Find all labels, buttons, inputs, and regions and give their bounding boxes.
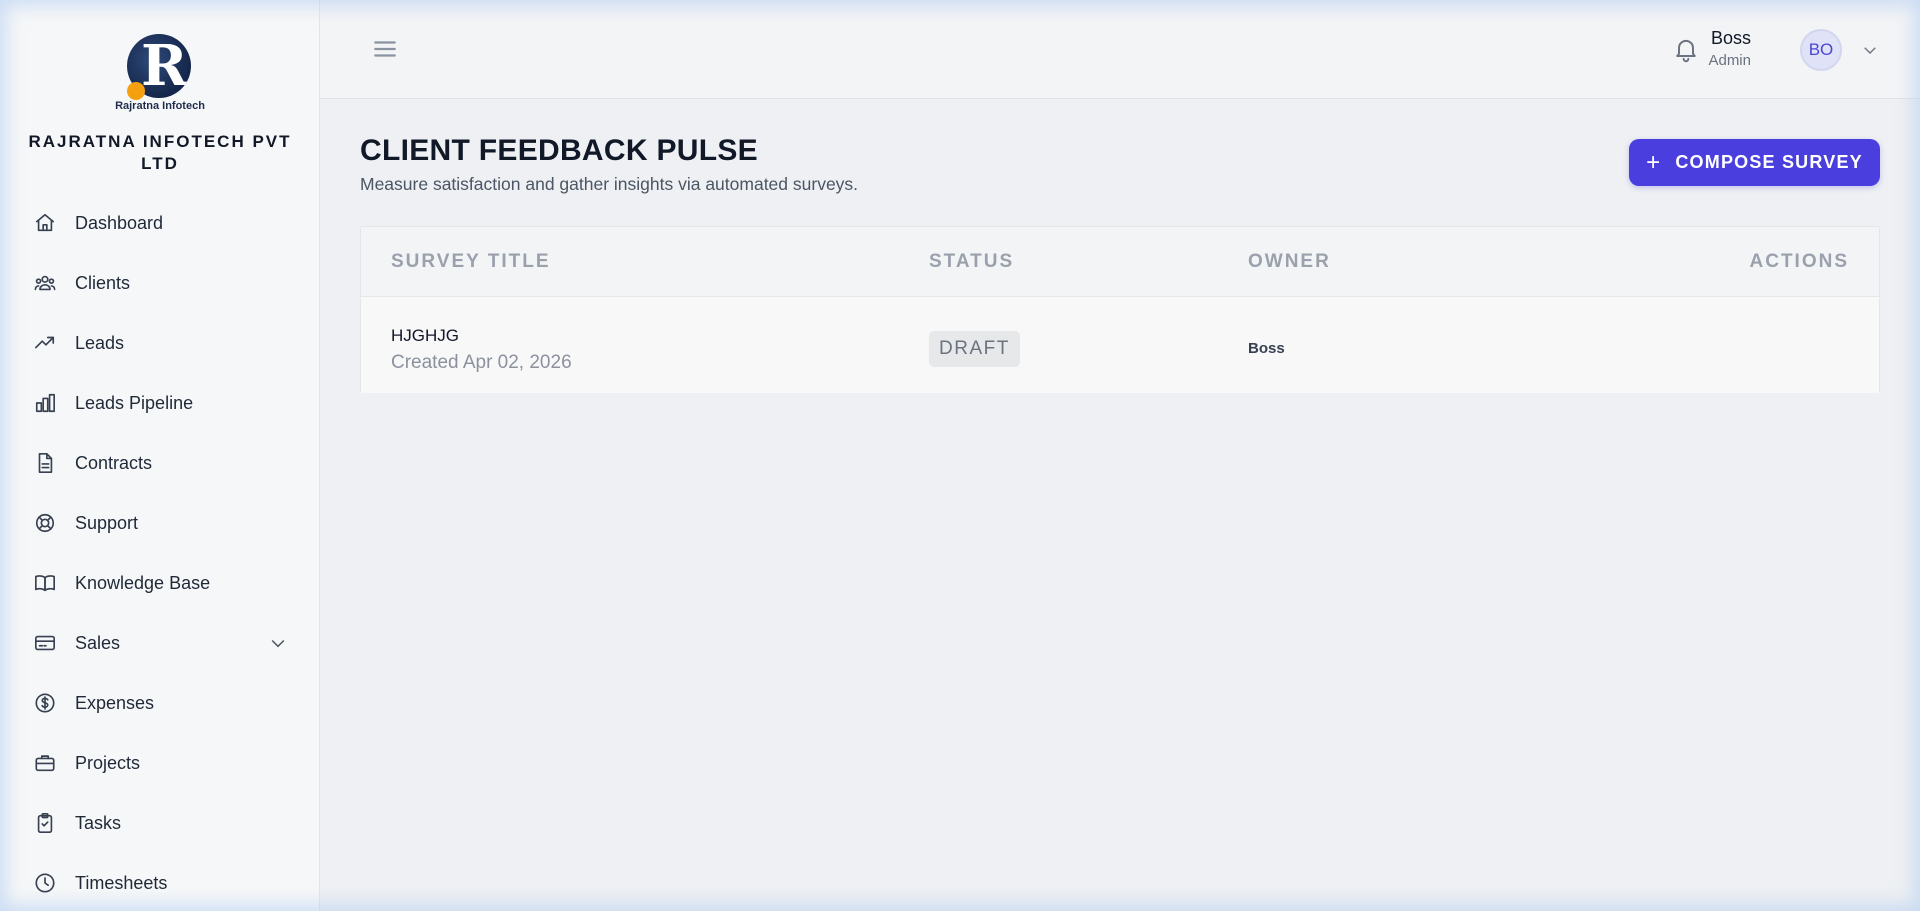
sidebar-nav: Dashboard Clients Leads Leads Pipeline C… [0,193,320,911]
logo-accent-dot [127,82,145,100]
sidebar-item-projects[interactable]: Projects [0,733,320,793]
sidebar-item-label: Leads Pipeline [75,392,194,413]
user-role: Admin [1708,52,1751,69]
credit-card-icon [33,631,57,655]
column-header-owner: OWNER [1248,251,1331,272]
survey-owner: Boss [1248,340,1285,357]
compose-survey-button[interactable]: + COMPOSE SURVEY [1629,139,1880,186]
users-icon [33,271,57,295]
sidebar-item-label: Leads [75,332,125,353]
user-name: Boss [1710,28,1751,48]
column-header-actions: ACTIONS [1749,251,1849,272]
sidebar-item-tasks[interactable]: Tasks [0,793,320,853]
dollar-circle-icon [33,691,57,715]
page-title: CLIENT FEEDBACK PULSE [360,134,758,167]
sidebar-item-contracts[interactable]: Contracts [0,433,320,493]
menu-icon[interactable] [372,36,398,62]
sidebar-item-leads[interactable]: Leads [0,313,320,373]
clipboard-check-icon [33,811,57,835]
sidebar-item-label: Dashboard [75,212,164,233]
sidebar-item-label: Projects [75,752,141,773]
sidebar-item-label: Support [75,512,139,533]
sidebar-item-clients[interactable]: Clients [0,253,320,313]
sidebar-item-label: Knowledge Base [75,572,211,593]
sidebar-item-label: Sales [75,632,121,653]
trending-up-icon [33,331,57,355]
bell-icon[interactable] [1672,35,1700,63]
lifebuoy-icon [33,511,57,535]
survey-created-date: Created Apr 02, 2026 [391,352,572,373]
sidebar-item-support[interactable]: Support [0,493,320,553]
logo-caption: Rajratna Infotech [115,100,205,112]
sidebar: R Rajratna Infotech RAJRATNA INFOTECH PV… [0,0,320,911]
sidebar-item-sales[interactable]: Sales [0,613,320,673]
sidebar-item-dashboard[interactable]: Dashboard [0,193,320,253]
sidebar-item-label: Tasks [75,812,122,833]
status-badge: DRAFT [929,331,1020,367]
survey-title[interactable]: HJGHJG [391,326,459,346]
sidebar-item-label: Contracts [75,452,153,473]
sidebar-item-leads-pipeline[interactable]: Leads Pipeline [0,373,320,433]
table-row[interactable]: HJGHJG Created Apr 02, 2026 DRAFT Boss [361,298,1879,393]
plus-icon: + [1646,148,1662,176]
avatar[interactable]: BO [1800,29,1842,71]
sidebar-item-label: Clients [75,272,131,293]
sidebar-item-label: Timesheets [75,872,168,893]
book-icon [33,571,57,595]
company-logo[interactable]: R Rajratna Infotech [0,30,320,120]
top-header: Boss Admin BO [320,0,1920,99]
document-icon [33,451,57,475]
sidebar-item-knowledge-base[interactable]: Knowledge Base [0,553,320,613]
bar-chart-icon [33,391,57,415]
surveys-table: SURVEY TITLE STATUS OWNER ACTIONS HJGHJG… [360,226,1880,393]
compose-survey-label: COMPOSE SURVEY [1675,152,1863,172]
chevron-down-icon[interactable] [268,633,288,653]
column-header-survey-title: SURVEY TITLE [391,251,551,272]
clock-icon [33,871,57,895]
sidebar-item-timesheets[interactable]: Timesheets [0,853,320,911]
sidebar-item-label: Expenses [75,692,155,713]
page-subtitle: Measure satisfaction and gather insights… [360,174,859,194]
company-name: RAJRATNA INFOTECH PVT LTD [28,132,292,173]
table-header: SURVEY TITLE STATUS OWNER ACTIONS [361,227,1879,297]
chevron-down-icon[interactable] [1861,41,1879,59]
column-header-status: STATUS [929,251,1015,272]
home-icon [33,211,57,235]
sidebar-item-expenses[interactable]: Expenses [0,673,320,733]
briefcase-icon [33,751,57,775]
